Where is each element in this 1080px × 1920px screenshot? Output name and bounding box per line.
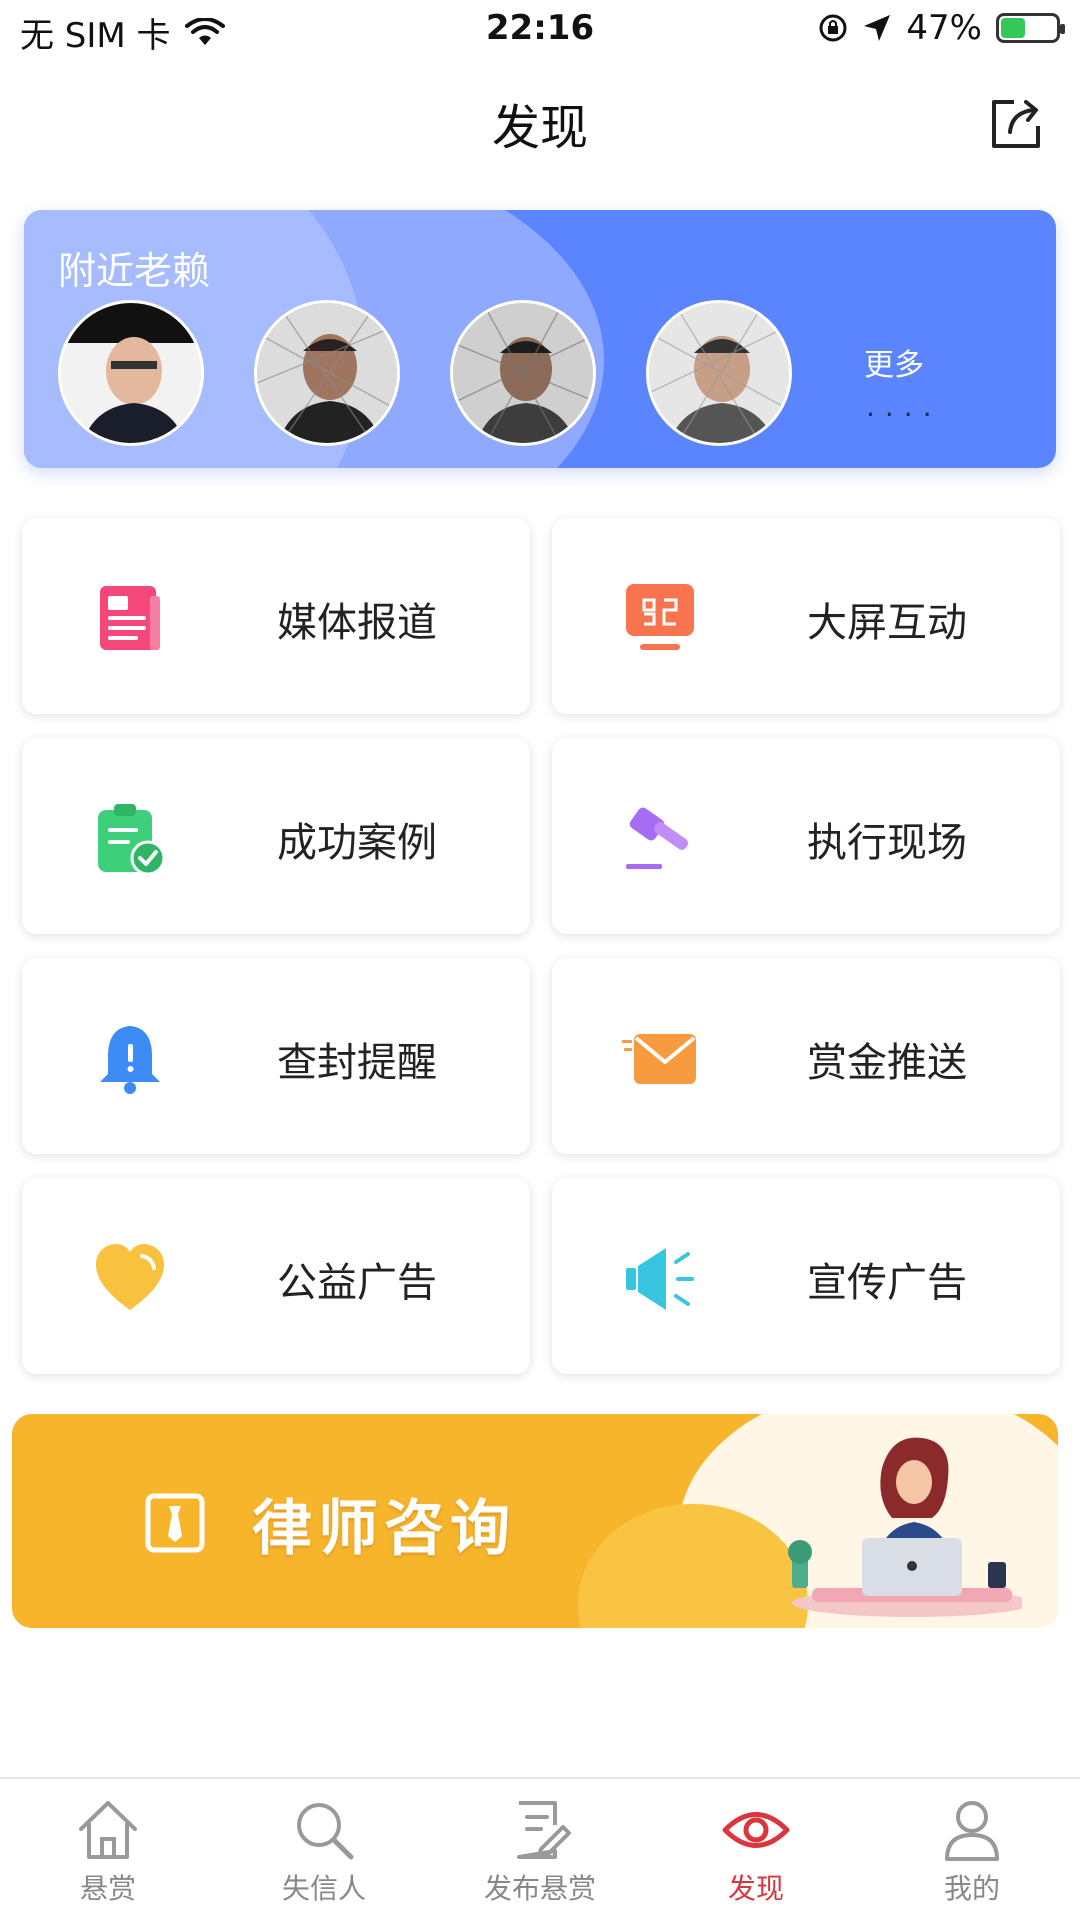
search-icon — [297, 1803, 354, 1860]
nav-bar: 发现 — [0, 70, 1080, 170]
person-photo-icon — [649, 303, 789, 443]
user-icon — [945, 1801, 999, 1861]
debtor-avatar[interactable] — [254, 300, 400, 446]
heart-icon — [96, 1244, 164, 1310]
more-dots: .... — [866, 390, 942, 423]
page-title: 发现 — [491, 100, 588, 156]
battery-icon — [996, 13, 1065, 43]
tab-label: 发现 — [727, 1872, 784, 1905]
grid-item-label: 公益广告 — [277, 1260, 437, 1306]
more-link[interactable]: 更多 — [864, 340, 924, 384]
tab-bounty[interactable]: 悬赏 — [0, 1795, 216, 1915]
tab-post-bounty[interactable]: 发布悬赏 — [432, 1795, 648, 1915]
grid-item-label: 查封提醒 — [277, 1040, 437, 1086]
grid-item-label: 大屏互动 — [807, 600, 967, 646]
clipboard-check-icon — [98, 804, 166, 876]
share-icon[interactable] — [984, 92, 1048, 156]
screen-icon — [626, 584, 694, 650]
lawyer-consult-banner[interactable]: 律师咨询 — [12, 1414, 1058, 1628]
tab-label: 悬赏 — [79, 1872, 136, 1905]
lawyer-consult-label: 律师咨询 — [252, 1494, 516, 1564]
banner-title: 附近老赖 — [58, 249, 211, 293]
battery-percent: 47% — [906, 8, 982, 48]
tab-discover[interactable]: 发现 — [648, 1795, 864, 1915]
debtor-avatar[interactable] — [58, 300, 204, 446]
grid-item-seizure-alert[interactable]: 查封提醒 — [22, 958, 530, 1154]
nearby-debtors-banner[interactable]: 附近老赖 更多 .... — [24, 210, 1056, 468]
megaphone-icon — [626, 1248, 694, 1310]
newspaper-icon — [100, 586, 160, 650]
grid-item-label: 赏金推送 — [807, 1040, 967, 1086]
grid-item-label: 媒体报道 — [277, 600, 437, 646]
status-bar: 无 SIM 卡 22:16 47% — [0, 0, 1080, 60]
grid-item-big-screen[interactable]: 大屏互动 — [552, 518, 1060, 714]
debtor-avatar[interactable] — [646, 300, 792, 446]
grid-item-enforcement-scene[interactable]: 执行现场 — [552, 738, 1060, 934]
status-right: 47% — [818, 8, 1065, 48]
person-photo-icon — [61, 303, 201, 443]
tab-label: 发布悬赏 — [483, 1872, 596, 1905]
grid-item-bounty-push[interactable]: 赏金推送 — [552, 958, 1060, 1154]
tab-dishonest-persons[interactable]: 失信人 — [216, 1795, 432, 1915]
gavel-icon — [626, 807, 689, 869]
grid-item-public-ads[interactable]: 公益广告 — [22, 1178, 530, 1374]
person-photo-icon — [453, 303, 593, 443]
lawyer-illustration-icon — [788, 1437, 1022, 1617]
battery-fill — [1001, 18, 1025, 38]
grid-item-success-cases[interactable]: 成功案例 — [22, 738, 530, 934]
debtor-avatar[interactable] — [450, 300, 596, 446]
tie-icon — [145, 1493, 205, 1553]
grid-item-label: 宣传广告 — [807, 1260, 967, 1306]
grid-item-label: 执行现场 — [807, 820, 967, 866]
person-photo-icon — [257, 303, 397, 443]
mail-icon — [622, 1034, 696, 1084]
home-icon — [79, 1801, 137, 1859]
tab-label: 我的 — [943, 1872, 1000, 1905]
bottom-tab-bar: 悬赏 失信人 发布悬赏 发现 我的 — [0, 1777, 1080, 1920]
edit-document-icon — [517, 1801, 571, 1859]
tab-mine[interactable]: 我的 — [864, 1795, 1080, 1915]
bell-icon — [100, 1026, 160, 1094]
grid-item-media-reports[interactable]: 媒体报道 — [22, 518, 530, 714]
grid-item-promo-ads[interactable]: 宣传广告 — [552, 1178, 1060, 1374]
location-arrow-icon — [864, 15, 891, 41]
tab-label: 失信人 — [281, 1872, 366, 1905]
grid-item-label: 成功案例 — [277, 820, 437, 866]
eye-icon — [722, 1812, 790, 1848]
rotation-lock-icon — [819, 14, 847, 42]
